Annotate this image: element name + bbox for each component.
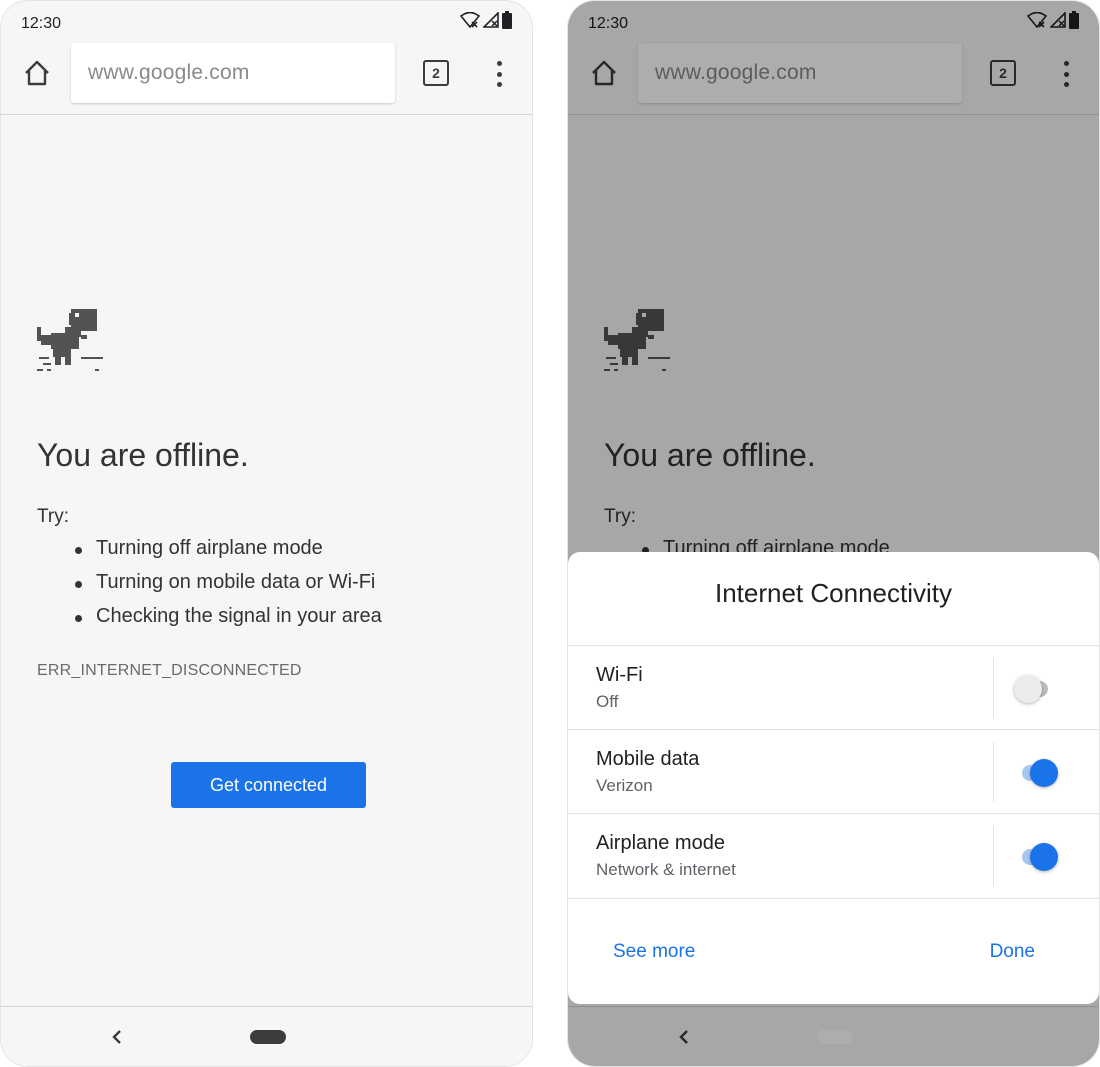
row-subtitle: Network & internet bbox=[596, 860, 736, 879]
internet-connectivity-sheet: Internet Connectivity Wi-Fi Off Mobile d… bbox=[568, 552, 1099, 1004]
row-divider bbox=[993, 658, 994, 718]
url-bar[interactable]: www.google.com bbox=[71, 43, 395, 103]
back-button[interactable] bbox=[676, 1027, 692, 1047]
status-icons bbox=[1027, 11, 1079, 29]
menu-button[interactable] bbox=[1054, 59, 1078, 89]
row-subtitle: Verizon bbox=[596, 776, 653, 795]
try-label: Try: bbox=[37, 506, 70, 527]
row-divider bbox=[993, 826, 994, 886]
status-time: 12:30 bbox=[21, 15, 62, 32]
tab-switcher-button[interactable]: 2 bbox=[990, 60, 1016, 86]
status-icons bbox=[460, 11, 512, 29]
system-nav-bar bbox=[568, 1006, 1099, 1066]
sheet-actions: See more Done bbox=[568, 898, 1099, 1004]
home-button[interactable] bbox=[586, 55, 622, 91]
sheet-title: Internet Connectivity bbox=[714, 578, 952, 608]
cell-signal-off-icon bbox=[1050, 12, 1066, 28]
toggle-thumb bbox=[1030, 759, 1058, 787]
row-title: Airplane mode bbox=[596, 832, 725, 854]
row-title: Wi-Fi bbox=[596, 664, 643, 686]
menu-dot bbox=[496, 61, 502, 66]
suggestion-list: Turning off airplane mode Turning on mob… bbox=[75, 537, 382, 639]
mobile-data-row[interactable]: Mobile data Verizon bbox=[568, 729, 1099, 813]
wifi-off-icon bbox=[460, 12, 480, 28]
offline-title: You are offline. bbox=[37, 437, 249, 473]
status-bar: 12:30 bbox=[1, 1, 532, 41]
tab-switcher-button[interactable]: 2 bbox=[423, 60, 449, 86]
see-more-button[interactable]: See more bbox=[613, 941, 695, 963]
menu-dot bbox=[1063, 61, 1069, 66]
done-button[interactable]: Done bbox=[990, 941, 1035, 963]
list-item: Turning off airplane mode bbox=[75, 537, 382, 571]
dinosaur-icon bbox=[37, 309, 103, 371]
home-pill-button[interactable] bbox=[250, 1030, 286, 1044]
status-time: 12:30 bbox=[588, 15, 629, 32]
menu-dot bbox=[1063, 71, 1069, 77]
toggle-thumb bbox=[1030, 843, 1058, 871]
menu-dot bbox=[496, 71, 502, 77]
airplane-mode-row[interactable]: Airplane mode Network & internet bbox=[568, 813, 1099, 897]
offline-screen: 12:30 www.google.com 2 You are offline. … bbox=[0, 0, 533, 1067]
menu-dot bbox=[1063, 82, 1069, 87]
menu-dot bbox=[496, 82, 502, 87]
back-button[interactable] bbox=[109, 1027, 125, 1047]
home-button[interactable] bbox=[19, 55, 55, 91]
system-nav-bar bbox=[1, 1006, 532, 1066]
offline-title: You are offline. bbox=[604, 437, 816, 473]
chevron-left-icon bbox=[112, 1030, 121, 1044]
home-icon bbox=[25, 60, 49, 86]
toggle-thumb bbox=[1014, 675, 1042, 703]
battery-icon bbox=[502, 11, 512, 29]
mobile-data-toggle[interactable] bbox=[1014, 759, 1060, 787]
home-pill-button[interactable] bbox=[817, 1030, 853, 1044]
home-icon bbox=[592, 60, 616, 86]
row-subtitle: Off bbox=[596, 692, 619, 711]
battery-icon bbox=[1069, 11, 1079, 29]
status-bar: 12:30 bbox=[568, 1, 1099, 41]
row-divider bbox=[993, 742, 994, 802]
error-code: ERR_INTERNET_DISCONNECTED bbox=[37, 662, 302, 679]
menu-button[interactable] bbox=[487, 59, 511, 89]
url-bar[interactable]: www.google.com bbox=[638, 43, 962, 103]
list-item: Turning on mobile data or Wi-Fi bbox=[75, 571, 382, 605]
get-connected-button[interactable]: Get connected bbox=[171, 762, 366, 808]
browser-toolbar: www.google.com 2 bbox=[1, 41, 532, 115]
browser-toolbar: www.google.com 2 bbox=[568, 41, 1099, 115]
wifi-off-icon bbox=[1027, 12, 1047, 28]
airplane-mode-toggle[interactable] bbox=[1014, 843, 1060, 871]
row-title: Mobile data bbox=[596, 748, 700, 770]
wifi-toggle[interactable] bbox=[1014, 675, 1060, 703]
cell-signal-off-icon bbox=[483, 12, 499, 28]
dinosaur-icon bbox=[604, 309, 670, 371]
connectivity-sheet-screen: 12:30 www.google.com 2 You are offline. … bbox=[567, 0, 1100, 1067]
try-label: Try: bbox=[604, 506, 637, 527]
chevron-left-icon bbox=[679, 1030, 688, 1044]
list-item: Checking the signal in your area bbox=[75, 605, 382, 639]
wifi-row[interactable]: Wi-Fi Off bbox=[568, 645, 1099, 729]
